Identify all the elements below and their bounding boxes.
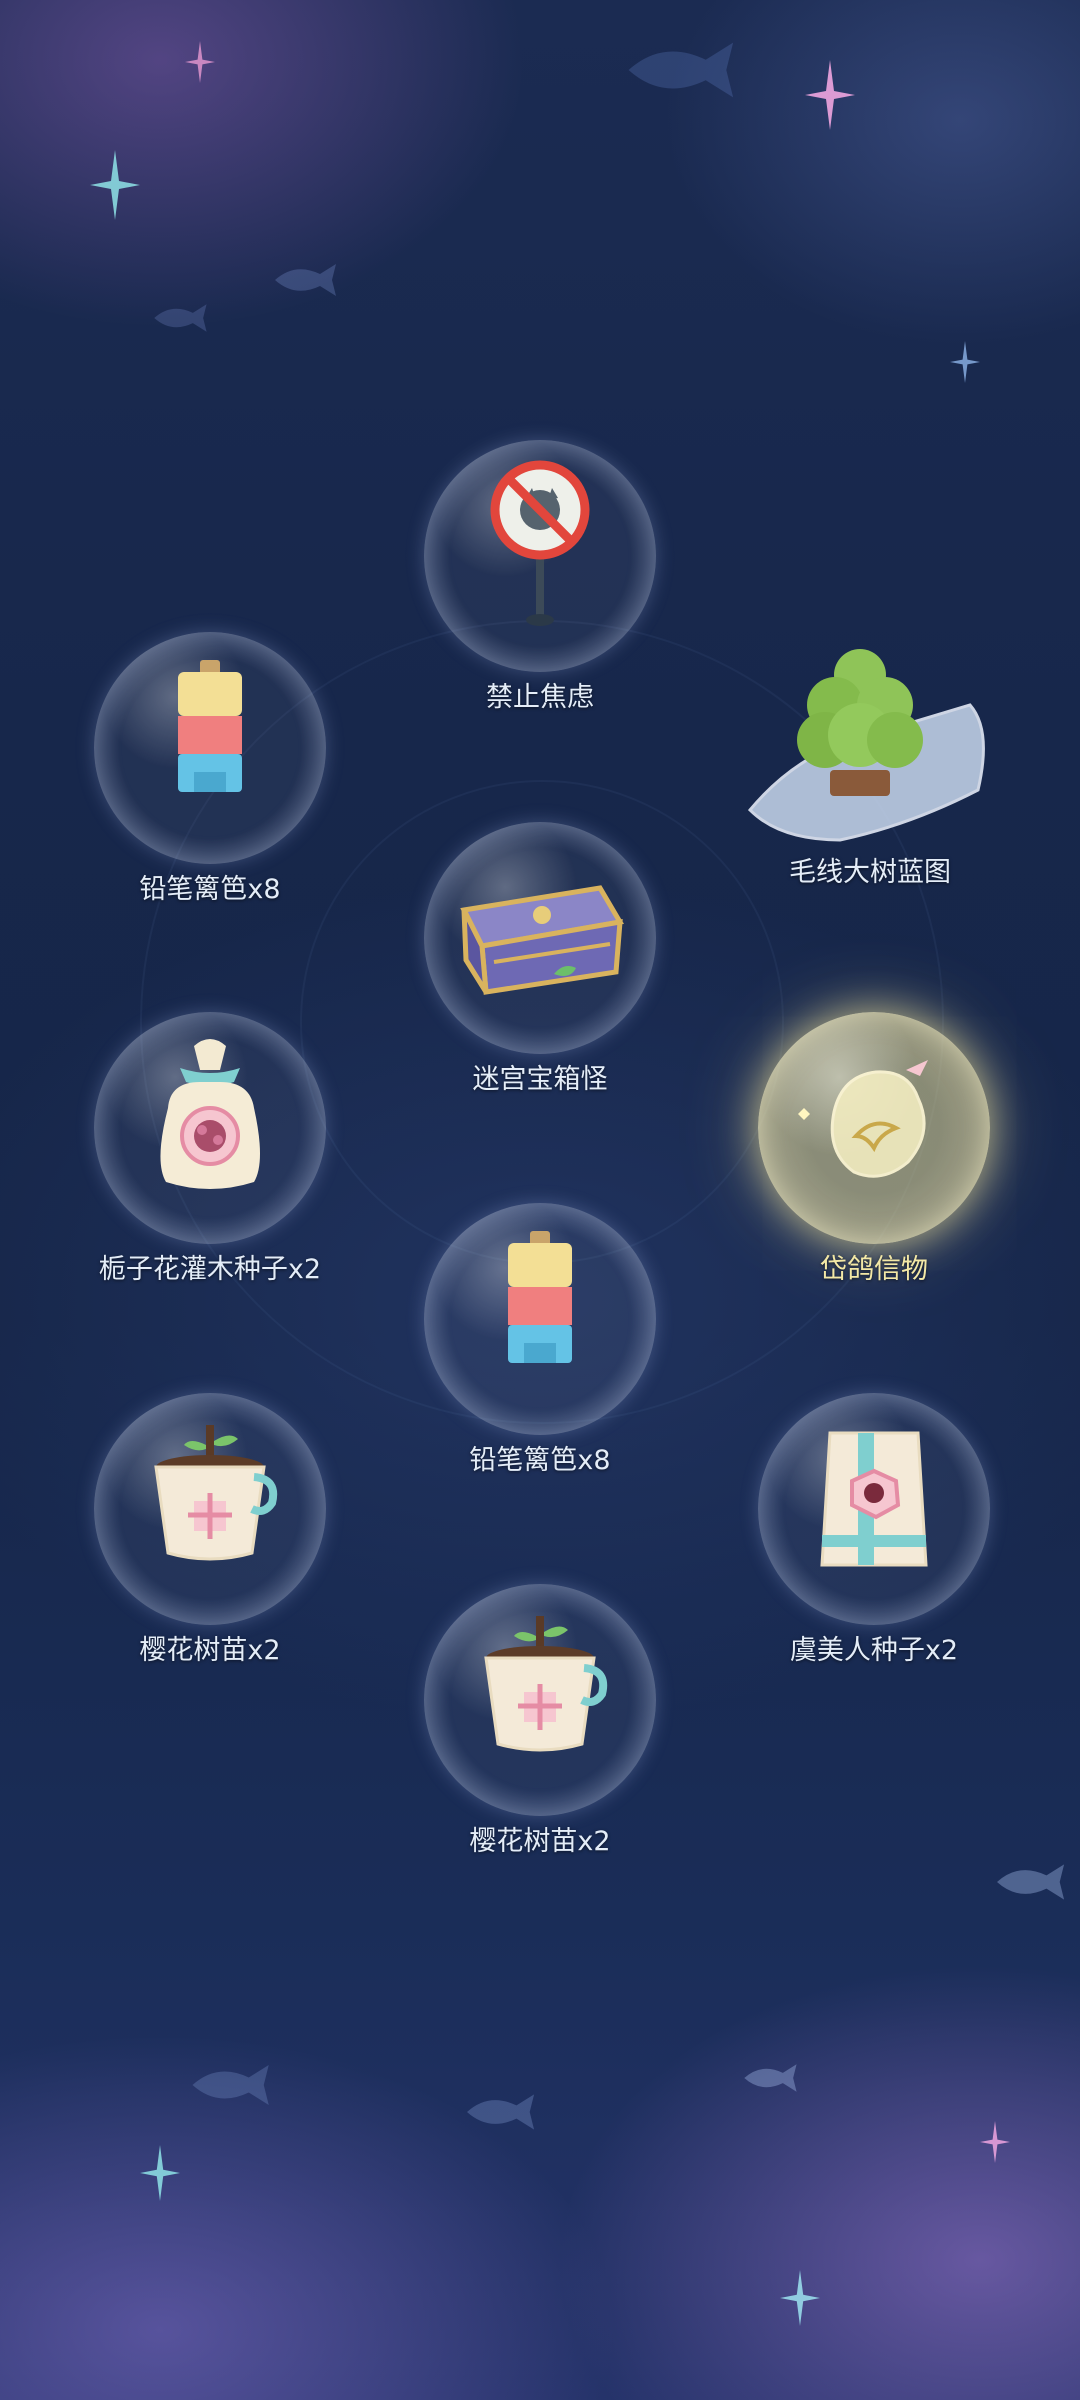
sparkle-icon [950,341,980,383]
no-anxiety-sign-icon [490,460,590,626]
reward-item-maze-mimic-chest[interactable]: 迷宫宝箱怪 [400,822,680,1122]
sparkle-icon [140,2145,180,2201]
sakura-sapling-icon [154,1425,278,1561]
reward-bubble [424,1584,656,1816]
fish-silhouette-icon [154,304,207,332]
reward-item-pencil-fence[interactable]: 铅笔篱笆x8 [70,632,350,932]
pencil-fence-icon [178,660,242,792]
reward-item-dove-token[interactable]: 岱鸽信物 [734,1012,1014,1312]
reward-bubble [424,822,656,1054]
sparkle-icon [780,2270,820,2326]
pencil-fence-icon [508,1231,572,1363]
reward-bubble [758,1393,990,1625]
gardenia-seed-bag-icon [160,1039,260,1189]
sparkle-icon [90,150,140,220]
reward-bubble-highlighted [758,1012,990,1244]
reward-item-yarn-tree-blueprint[interactable]: 毛线大树蓝图 [740,640,1000,888]
reward-bubble [424,1203,656,1435]
maze-mimic-chest-icon [460,885,624,995]
sparkle-icon [805,60,855,130]
reward-item-sakura-sapling[interactable]: 樱花树苗x2 [70,1393,350,1693]
reward-name: 铅笔篱笆x8 [469,1445,611,1476]
reward-name: 虞美人种子x2 [789,1635,959,1666]
sparkle-icon [980,2121,1010,2163]
reward-name: 樱花树苗x2 [139,1635,281,1666]
fish-silhouette-icon [275,264,336,296]
reward-item-gardenia-seeds[interactable]: 栀子花灌木种子x2 [70,1012,350,1312]
reward-name: 迷宫宝箱怪 [472,1064,608,1095]
reward-pool-screen: 禁止焦虑 铅笔篱笆x8 毛线大树蓝图 迷宫宝箱怪 栀子花灌木种子x2 岱鸽信物 … [0,0,1080,2400]
reward-item-pencil-fence[interactable]: 铅笔篱笆x8 [400,1203,680,1503]
dove-token-icon [798,1060,928,1178]
reward-bubble [94,1393,326,1625]
yarn-tree-blueprint-icon [747,649,985,842]
reward-item-poppy-seeds[interactable]: 虞美人种子x2 [734,1393,1014,1693]
reward-item-sakura-sapling[interactable]: 樱花树苗x2 [400,1584,680,1884]
reward-bubble [424,440,656,672]
sakura-sapling-icon [484,1616,608,1752]
reward-name: 毛线大树蓝图 [789,857,951,888]
fish-silhouette-icon [628,42,734,98]
fish-silhouette-icon [467,2094,535,2130]
reward-bubble [94,1012,326,1244]
reward-bubble [94,632,326,864]
reward-name: 铅笔篱笆x8 [139,874,281,905]
reward-name: 岱鸽信物 [820,1254,928,1285]
reward-name: 禁止焦虑 [486,682,594,713]
poppy-seed-packet-icon [820,1431,928,1567]
fish-silhouette-icon [192,2065,269,2105]
sparkle-icon [185,41,215,83]
reward-name: 樱花树苗x2 [469,1826,611,1857]
fish-silhouette-icon [744,2064,797,2092]
fish-silhouette-icon [997,1864,1065,1900]
reward-name: 栀子花灌木种子x2 [98,1254,322,1285]
reward-item-no-anxiety-sign[interactable]: 禁止焦虑 [400,440,680,740]
